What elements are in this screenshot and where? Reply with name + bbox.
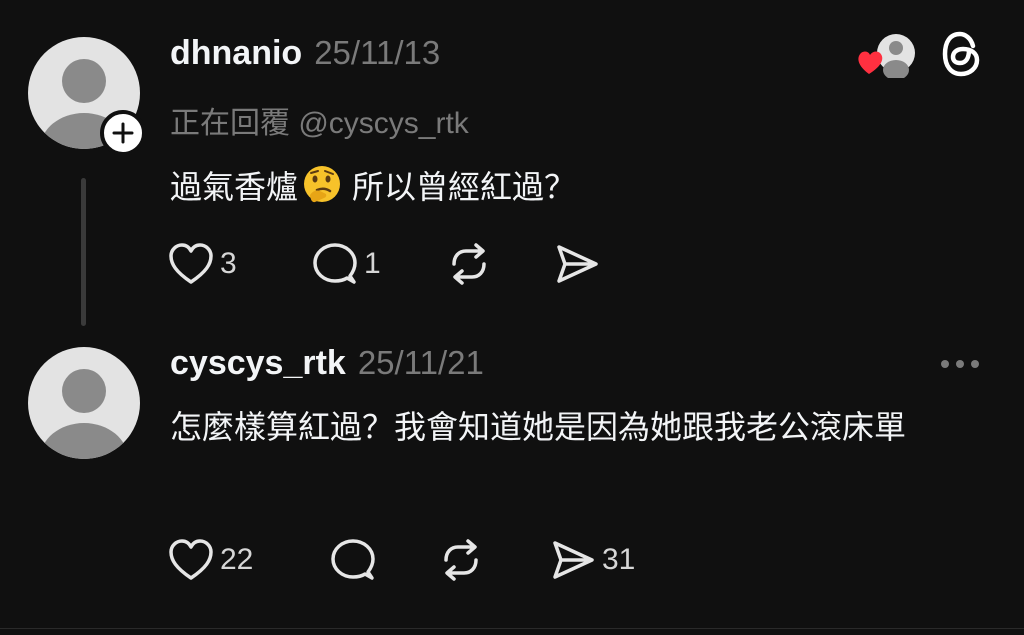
default-avatar-icon: [40, 369, 128, 459]
share-button[interactable]: 31: [550, 536, 660, 584]
reply-timestamp[interactable]: 25/11/21: [358, 344, 484, 382]
comment-icon: [313, 243, 357, 284]
send-icon: [557, 245, 598, 283]
heart-icon: [169, 539, 213, 580]
reply-actions: 22 31: [168, 536, 660, 584]
share-count: 31: [602, 543, 636, 576]
reply-avatar[interactable]: [28, 347, 140, 459]
post-text-part-2: 所以曾經紅過？: [352, 169, 577, 205]
post-text: 過氣香爐 所以曾經紅過？: [170, 160, 576, 214]
threads-logo-icon: [942, 31, 980, 77]
post-actions: 3 1: [168, 240, 614, 288]
send-icon: [553, 541, 594, 579]
post-username[interactable]: dhnanio: [170, 34, 302, 73]
comment-button[interactable]: 1: [312, 240, 446, 288]
reply-header: cyscys_rtk 25/11/21: [170, 344, 484, 388]
post-timestamp[interactable]: 25/11/13: [314, 34, 440, 72]
liked-by-avatar-icon: [858, 34, 915, 80]
thinking-face-icon: [302, 164, 342, 204]
follow-button[interactable]: [100, 110, 146, 156]
like-button[interactable]: 3: [168, 240, 312, 288]
like-count: 22: [220, 543, 254, 576]
heart-icon: [169, 243, 213, 284]
bottom-divider: [0, 628, 1024, 629]
plus-icon: [112, 122, 134, 144]
post-text-part-1: 過氣香爐: [170, 169, 299, 205]
comment-icon: [331, 539, 375, 580]
comment-count: 1: [364, 247, 381, 280]
repost-button[interactable]: [438, 536, 550, 584]
share-button[interactable]: [554, 240, 614, 288]
like-button[interactable]: 22: [168, 536, 330, 584]
repost-icon: [452, 243, 486, 285]
reply-username[interactable]: cyscys_rtk: [170, 344, 346, 383]
repost-button[interactable]: [446, 240, 554, 288]
threads-logo[interactable]: [940, 30, 984, 78]
comment-button[interactable]: [330, 536, 438, 584]
more-options-icon: [941, 360, 979, 368]
reply-text: 怎麼樣算紅過？我會知道她是因為她跟我老公滾床單: [170, 409, 907, 445]
liked-by-indicator[interactable]: [856, 32, 918, 80]
more-options-button[interactable]: [936, 352, 984, 376]
thread-line: [81, 178, 86, 326]
post-header: dhnanio 25/11/13: [170, 34, 440, 78]
reply-to-label: 正在回覆 @cyscys_rtk: [170, 107, 469, 140]
like-count: 3: [220, 247, 237, 280]
repost-icon: [444, 539, 478, 581]
